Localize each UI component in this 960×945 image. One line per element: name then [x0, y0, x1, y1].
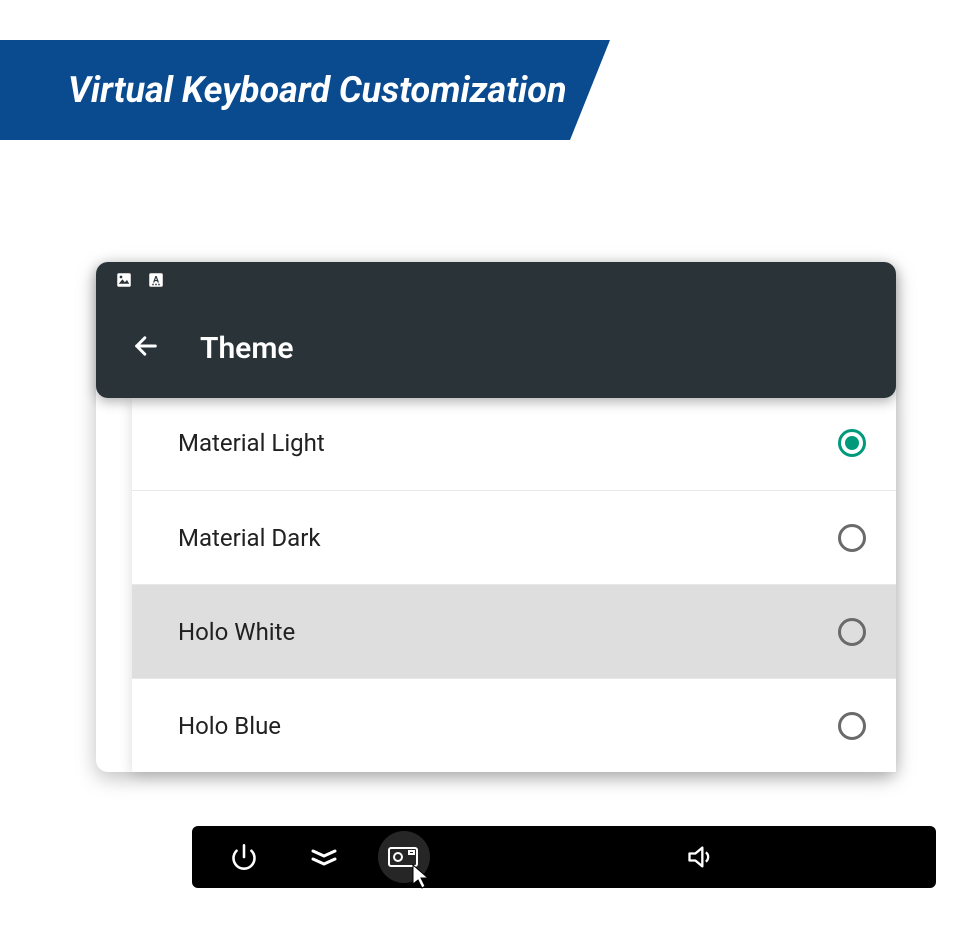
theme-label: Holo White [178, 618, 295, 646]
radio-button[interactable] [838, 524, 866, 552]
power-button[interactable] [218, 831, 270, 883]
theme-option[interactable]: Holo White [132, 584, 896, 678]
screen-title: Theme [200, 331, 294, 366]
theme-label: Material Light [178, 429, 325, 457]
theme-option[interactable]: Material Light [132, 396, 896, 490]
title-bar: Theme [96, 298, 896, 398]
expand-button[interactable] [298, 831, 350, 883]
image-icon [114, 270, 134, 290]
theme-label: Material Dark [178, 524, 321, 552]
emulator-navbar [192, 826, 936, 888]
back-arrow-icon[interactable] [132, 332, 160, 364]
status-bar: A [96, 262, 896, 298]
radio-button[interactable] [838, 618, 866, 646]
radio-button[interactable] [838, 429, 866, 457]
settings-panel: A Theme Material Light Material Dark Holo … [96, 262, 896, 772]
page-banner: Virtual Keyboard Customization [0, 40, 610, 140]
theme-option[interactable]: Material Dark [132, 490, 896, 584]
panel-header: A Theme [96, 262, 896, 398]
keyboard-icon: A [146, 270, 166, 290]
theme-option[interactable]: Holo Blue [132, 678, 896, 772]
theme-list: Material Light Material Dark Holo White Hol… [132, 396, 896, 772]
radio-button[interactable] [838, 712, 866, 740]
theme-label: Holo Blue [178, 712, 281, 740]
banner-title: Virtual Keyboard Customization [68, 69, 567, 111]
volume-button[interactable] [674, 831, 726, 883]
screenshot-button[interactable] [378, 831, 430, 883]
